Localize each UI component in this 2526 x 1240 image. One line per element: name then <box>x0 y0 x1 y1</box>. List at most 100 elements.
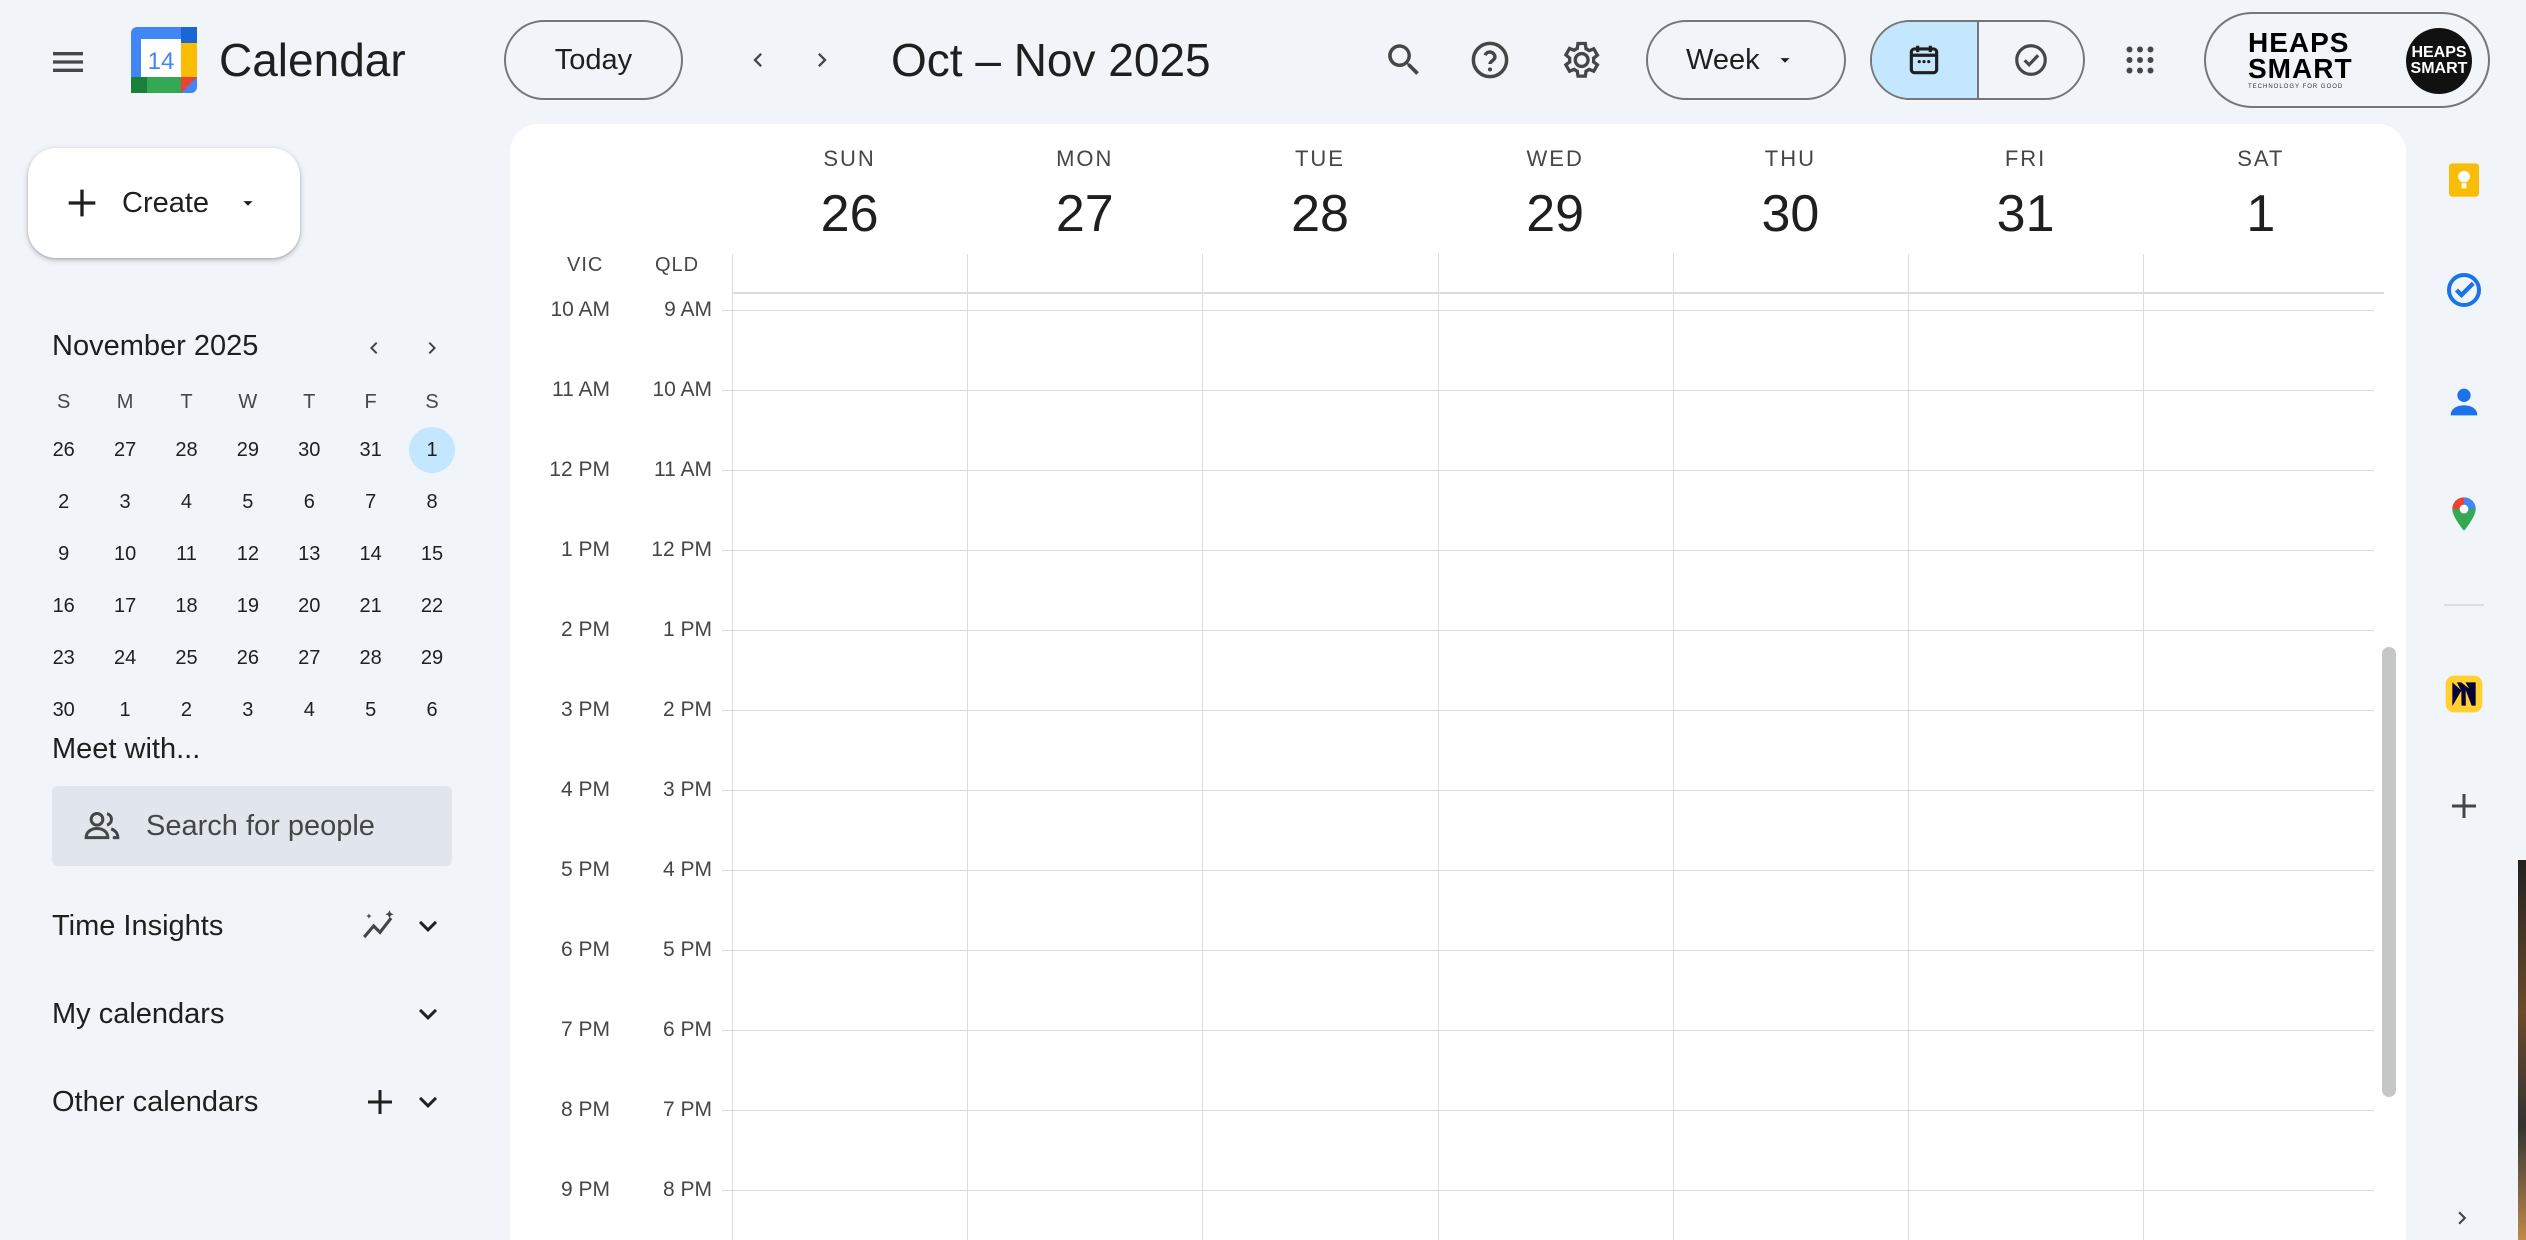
mini-calendar-day[interactable]: 11 <box>156 528 217 580</box>
mini-calendar-day[interactable]: 1 <box>94 684 155 736</box>
mini-calendar-day[interactable]: 2 <box>156 684 217 736</box>
day-number[interactable]: 27 <box>967 182 1202 246</box>
day-number[interactable]: 26 <box>732 182 967 246</box>
day-number[interactable]: 30 <box>1673 182 1908 246</box>
day-column-header[interactable]: TUE 28 <box>1202 124 1437 246</box>
mini-calendar-day-number: 26 <box>236 646 259 669</box>
calendar-mode-button[interactable] <box>1872 22 1979 98</box>
mini-calendar-day[interactable]: 21 <box>340 580 401 632</box>
mini-calendar-day[interactable]: 30 <box>33 684 94 736</box>
mini-calendar-day-number: 30 <box>52 698 75 721</box>
maps-addon-button[interactable] <box>2432 482 2496 546</box>
mini-calendar-day[interactable]: 7 <box>340 476 401 528</box>
chevron-down-icon[interactable] <box>404 1078 452 1126</box>
chevron-down-icon[interactable] <box>404 990 452 1038</box>
main-menu-button[interactable] <box>36 30 100 94</box>
day-column-header[interactable]: THU 30 <box>1673 124 1908 246</box>
add-calendar-plus-icon[interactable] <box>356 1078 404 1126</box>
mini-calendar-day[interactable]: 14 <box>340 528 401 580</box>
search-button[interactable] <box>1372 28 1436 92</box>
day-number[interactable]: 31 <box>1908 182 2143 246</box>
mini-calendar-day[interactable]: 22 <box>401 580 462 632</box>
tasks-addon-button[interactable] <box>2432 258 2496 322</box>
time-insights-section[interactable]: Time Insights <box>52 896 452 956</box>
chevron-down-icon[interactable] <box>404 902 452 950</box>
mini-calendar-day[interactable]: 28 <box>340 632 401 684</box>
mini-calendar-day-number: 9 <box>58 542 70 565</box>
keep-addon-button[interactable] <box>2432 148 2496 212</box>
create-button[interactable]: Create <box>28 148 300 258</box>
mini-calendar-day[interactable]: 26 <box>217 632 278 684</box>
mini-calendar-day[interactable]: 29 <box>401 632 462 684</box>
mini-calendar-day[interactable]: 6 <box>401 684 462 736</box>
mini-calendar-day[interactable]: 9 <box>33 528 94 580</box>
mini-calendar-day[interactable]: 20 <box>279 580 340 632</box>
time-label-vic: 2 PM <box>560 618 610 641</box>
day-column-header[interactable]: MON 27 <box>967 124 1202 246</box>
mini-calendar-day[interactable]: 15 <box>401 528 462 580</box>
mini-calendar-day[interactable]: 2 <box>33 476 94 528</box>
mini-calendar-prev-button[interactable] <box>352 326 396 370</box>
calendar-logo[interactable]: 14 <box>131 27 197 93</box>
mini-calendar-day[interactable]: 13 <box>279 528 340 580</box>
mini-calendar-day[interactable]: 27 <box>94 424 155 476</box>
day-column-header[interactable]: FRI 31 <box>1908 124 2143 246</box>
mini-calendar-day-number: 3 <box>119 490 131 513</box>
mini-calendar-day[interactable]: 16 <box>33 580 94 632</box>
account-switcher[interactable]: HEAPS SMART TECHNOLOGY FOR GOOD HEAPS SMA… <box>2204 12 2490 108</box>
mini-calendar-day[interactable]: 5 <box>217 476 278 528</box>
mini-calendar-day[interactable]: 3 <box>94 476 155 528</box>
day-column-header[interactable]: WED 29 <box>1438 124 1673 246</box>
search-people-input[interactable]: Search for people <box>52 786 452 866</box>
help-button[interactable] <box>1458 28 1522 92</box>
hide-side-panel-button[interactable] <box>2440 1196 2484 1240</box>
get-addons-button[interactable] <box>2432 774 2496 838</box>
my-calendars-section[interactable]: My calendars <box>52 984 452 1044</box>
mini-calendar-day[interactable]: 31 <box>340 424 401 476</box>
mini-calendar-day[interactable]: 30 <box>279 424 340 476</box>
mini-calendar-day[interactable]: 28 <box>156 424 217 476</box>
mini-calendar-day[interactable]: 4 <box>156 476 217 528</box>
day-column-header[interactable]: SAT 1 <box>2143 124 2378 246</box>
insights-sparkle-icon[interactable] <box>356 902 404 950</box>
mini-calendar-day-number: 27 <box>298 646 321 669</box>
mini-calendar-day[interactable]: 27 <box>279 632 340 684</box>
avatar[interactable]: HEAPS SMART <box>2406 28 2472 94</box>
contacts-addon-button[interactable] <box>2432 370 2496 434</box>
mini-calendar-day[interactable]: 8 <box>401 476 462 528</box>
mini-calendar-day[interactable]: 25 <box>156 632 217 684</box>
mini-calendar-day[interactable]: 12 <box>217 528 278 580</box>
mini-calendar-next-button[interactable] <box>410 326 454 370</box>
hour-gridline <box>722 950 2374 951</box>
mini-calendar-day[interactable]: 5 <box>340 684 401 736</box>
mini-calendar-day[interactable]: 4 <box>279 684 340 736</box>
day-number[interactable]: 29 <box>1438 182 1673 246</box>
mini-calendar-day[interactable]: 24 <box>94 632 155 684</box>
view-selector[interactable]: Week <box>1646 20 1846 100</box>
day-number[interactable]: 1 <box>2143 182 2378 246</box>
mini-calendar-day[interactable]: 23 <box>33 632 94 684</box>
mini-calendar-day[interactable]: 19 <box>217 580 278 632</box>
mini-calendar-day[interactable]: 26 <box>33 424 94 476</box>
settings-button[interactable] <box>1548 28 1612 92</box>
grid-scrollbar[interactable] <box>2382 647 2396 1097</box>
mini-calendar-day[interactable]: 6 <box>279 476 340 528</box>
mini-calendar-day[interactable]: 1 <box>401 424 462 476</box>
mini-calendar-day[interactable]: 18 <box>156 580 217 632</box>
calendar-tasks-toggle[interactable] <box>1870 20 2085 100</box>
tasks-mode-button[interactable] <box>1979 22 2084 98</box>
mini-calendar-day[interactable]: 3 <box>217 684 278 736</box>
today-button[interactable]: Today <box>504 20 683 100</box>
mini-calendar-day-number: 10 <box>113 542 137 565</box>
miro-addon-button[interactable] <box>2432 662 2496 726</box>
day-column-header[interactable]: SUN 26 <box>732 124 967 246</box>
other-calendars-section[interactable]: Other calendars <box>52 1072 452 1132</box>
weekday-head: W <box>238 390 258 413</box>
mini-calendar-day[interactable]: 10 <box>94 528 155 580</box>
previous-week-button[interactable] <box>726 28 790 92</box>
mini-calendar-day[interactable]: 29 <box>217 424 278 476</box>
google-apps-button[interactable] <box>2108 28 2172 92</box>
next-week-button[interactable] <box>790 28 854 92</box>
day-number[interactable]: 28 <box>1202 182 1437 246</box>
mini-calendar-day[interactable]: 17 <box>94 580 155 632</box>
